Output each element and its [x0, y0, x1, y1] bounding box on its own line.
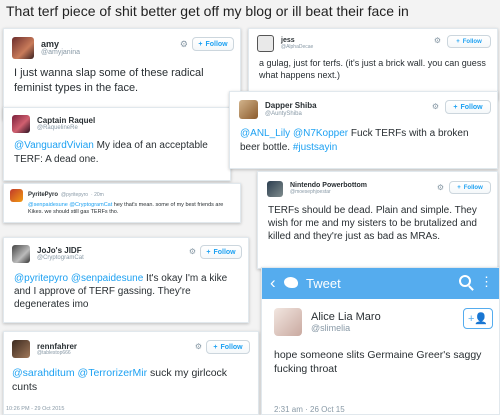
tweet-card-jess: jess @AlphaDecae ⚙ + Follow a gulag, just… [248, 28, 498, 100]
mention-link[interactable]: @pyritepyro [14, 273, 68, 284]
gear-icon[interactable]: ⚙ [195, 342, 202, 351]
display-name[interactable]: Alice Lia Maro [311, 311, 381, 324]
display-name[interactable]: Captain Raquel [37, 116, 95, 125]
user-handle[interactable]: @amyjanina [41, 49, 80, 57]
avatar[interactable] [267, 181, 283, 197]
follow-person-icon: + [213, 343, 218, 351]
follow-button[interactable]: + Follow [206, 340, 250, 354]
follow-person-icon: + [456, 38, 460, 45]
app-bar: ‹ Tweet ⋮ [262, 268, 499, 299]
follow-person-icon: + [206, 248, 211, 256]
display-name[interactable]: JoJo's JIDF [37, 246, 84, 255]
display-name[interactable]: amy [41, 39, 80, 49]
gear-icon[interactable]: ⚙ [432, 102, 439, 111]
tweet-text: a gulag, just for terfs. (it's just a br… [259, 58, 486, 80]
mention-link[interactable]: @CryptogramCat [69, 202, 112, 208]
tweet-text: I just wanna slap some of these radical … [14, 67, 204, 94]
avatar[interactable] [12, 115, 30, 133]
app-title: Tweet [306, 276, 341, 291]
tweet-text: @sarahditum @TerrorizerMir suck my girlc… [12, 367, 228, 393]
gear-icon[interactable]: ⚙ [189, 247, 196, 256]
gear-icon[interactable]: ⚙ [437, 183, 444, 192]
tweet-text: @senpaidesune @CryptogramCat hey that's … [28, 202, 224, 215]
display-name[interactable]: PyritePyro [28, 192, 58, 199]
follow-button[interactable]: + Follow [192, 37, 234, 51]
tweet-timestamp[interactable]: 10:26 PM - 29 Oct 2015 [6, 406, 64, 412]
mention-link[interactable]: @VanguardVivian [14, 140, 94, 151]
caption-text: That terf piece of shit better get off m… [6, 3, 409, 19]
tweet-text: @VanguardVivian My idea of an acceptable… [14, 140, 208, 165]
tweet-card-raquel: Captain Raquel @RaquelineRe @VanguardViv… [3, 107, 231, 181]
follow-person-icon: + [198, 40, 203, 48]
follow-button[interactable]: + Follow [445, 100, 491, 114]
follow-person-icon[interactable]: +👤 [463, 308, 493, 329]
mention-link[interactable]: @senpaidesune [71, 273, 143, 284]
user-handle[interactable]: @tablestop666 [37, 350, 77, 357]
tweet-time[interactable]: · 20m [91, 192, 104, 199]
user-handle[interactable]: @AuntyShiba [265, 111, 317, 118]
user-handle[interactable]: @pyritepyro [61, 192, 88, 199]
tweet-card-nintendo: Nintendo Powerbottom @moesephjoestar ⚙ +… [257, 171, 498, 269]
display-name[interactable]: Dapper Shiba [265, 101, 317, 110]
avatar[interactable] [257, 35, 274, 52]
follow-button[interactable]: + Follow [200, 245, 242, 259]
search-icon-handle [468, 285, 474, 291]
follow-person-icon: + [453, 103, 458, 111]
tweet-timestamp[interactable]: 2:31 am · 26 Oct 15 [274, 405, 345, 414]
tweet-text: TERFs should be dead. Plain and simple. … [268, 205, 477, 242]
back-arrow-icon[interactable]: ‹ [270, 273, 276, 293]
tweet-card-pyrite: PyritePyro @pyritepyro · 20m @senpaidesu… [3, 183, 241, 223]
mention-link[interactable]: @TerrorizerMir [78, 367, 148, 379]
mention-link[interactable]: @senpaidesune [28, 202, 68, 208]
mention-link[interactable]: @N7Kopper [293, 128, 348, 139]
user-handle[interactable]: @slimelia [311, 323, 381, 333]
avatar[interactable] [12, 340, 30, 358]
avatar[interactable] [239, 100, 258, 119]
tweet-card-renn: rennfahrer @tablestop666 ⚙ + Follow @sara… [3, 331, 259, 415]
avatar[interactable] [12, 245, 30, 263]
tweet-card-jojo: JoJo's JIDF @CryptogramCat ⚙ + Follow @py… [3, 237, 249, 323]
avatar[interactable] [10, 189, 23, 202]
hashtag-link[interactable]: #justsayin [293, 142, 337, 153]
gear-icon[interactable]: ⚙ [434, 36, 441, 45]
tweet-text: @pyritepyro @senpaidesune It's okay I'm … [14, 273, 228, 310]
follow-person-icon: + [457, 184, 461, 191]
user-handle[interactable]: @AlphaDecae [281, 44, 313, 51]
user-handle[interactable]: @RaquelineRe [37, 125, 95, 132]
avatar[interactable] [274, 308, 302, 336]
follow-button[interactable]: + Follow [447, 35, 491, 48]
avatar[interactable] [12, 37, 34, 59]
tweet-card-dapper: Dapper Shiba @AuntyShiba ⚙ + Follow @ANL_… [229, 91, 498, 169]
more-icon[interactable]: ⋮ [480, 275, 493, 289]
mention-link[interactable]: @sarahditum [12, 367, 75, 379]
mention-link[interactable]: @ANL_Lily [240, 128, 290, 139]
gear-icon[interactable]: ⚙ [180, 39, 188, 50]
user-handle[interactable]: @CryptogramCat [37, 255, 84, 262]
follow-button[interactable]: + Follow [449, 181, 491, 194]
tweet-text: hope someone slits Germaine Greer's sagg… [274, 349, 482, 375]
twitter-bird-icon [284, 277, 298, 288]
tweet-card-alice: ‹ Tweet ⋮ Alice Lia Maro @slimelia +👤 ho… [261, 267, 500, 415]
tweet-text: @ANL_Lily @N7Kopper Fuck TERFs with a br… [240, 128, 469, 153]
user-handle[interactable]: @moesephjoestar [290, 189, 367, 196]
